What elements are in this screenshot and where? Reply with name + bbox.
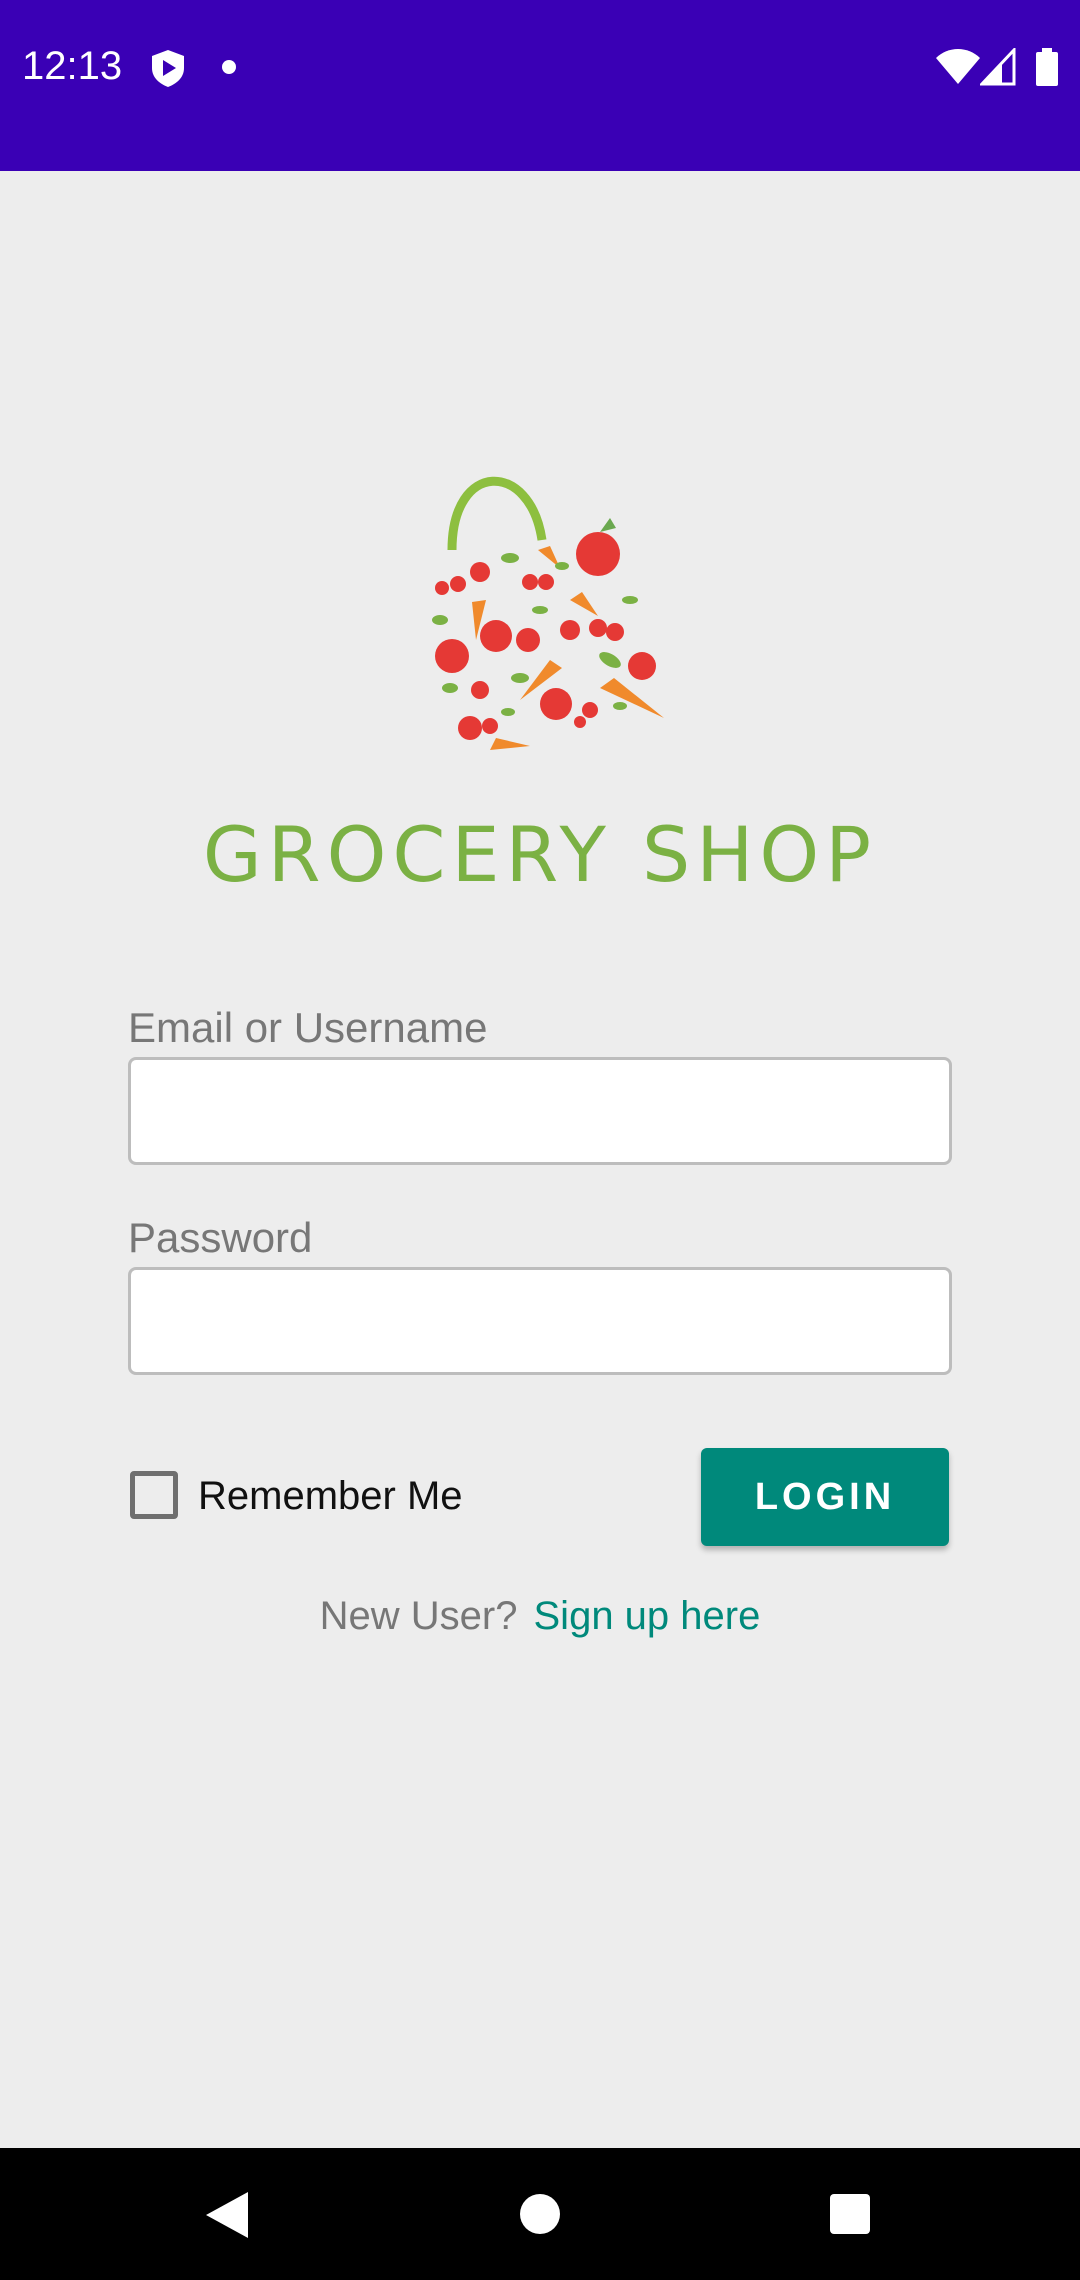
password-input[interactable] xyxy=(128,1267,952,1375)
battery-icon xyxy=(1036,48,1058,86)
back-icon[interactable] xyxy=(204,2190,250,2240)
recent-apps-icon[interactable] xyxy=(830,2194,870,2234)
logo-text: GROCERY SHOP xyxy=(202,810,878,899)
grocery-bag-icon xyxy=(432,476,664,750)
shield-icon xyxy=(152,50,184,87)
notification-dot-icon xyxy=(222,60,236,74)
status-bar: 12:13 xyxy=(0,0,1080,171)
signup-link[interactable]: Sign up here xyxy=(534,1594,761,1638)
password-label: Password xyxy=(128,1214,313,1261)
signup-prompt: New User? xyxy=(319,1594,518,1638)
email-label: Email or Username xyxy=(128,1004,488,1051)
home-icon[interactable] xyxy=(520,2194,560,2234)
login-button[interactable]: LOGIN xyxy=(701,1448,949,1546)
signup-row: New User? Sign up here xyxy=(0,1594,1080,1639)
signal-icon xyxy=(980,48,1016,86)
email-input[interactable] xyxy=(128,1057,952,1165)
navigation-bar xyxy=(0,2148,1080,2280)
grocery-shop-logo: GROCERY SHOP xyxy=(190,450,890,899)
remember-me-label[interactable]: Remember Me xyxy=(198,1474,463,1519)
status-time: 12:13 xyxy=(22,44,123,88)
wifi-icon xyxy=(936,49,980,84)
remember-me-checkbox[interactable] xyxy=(130,1471,178,1519)
